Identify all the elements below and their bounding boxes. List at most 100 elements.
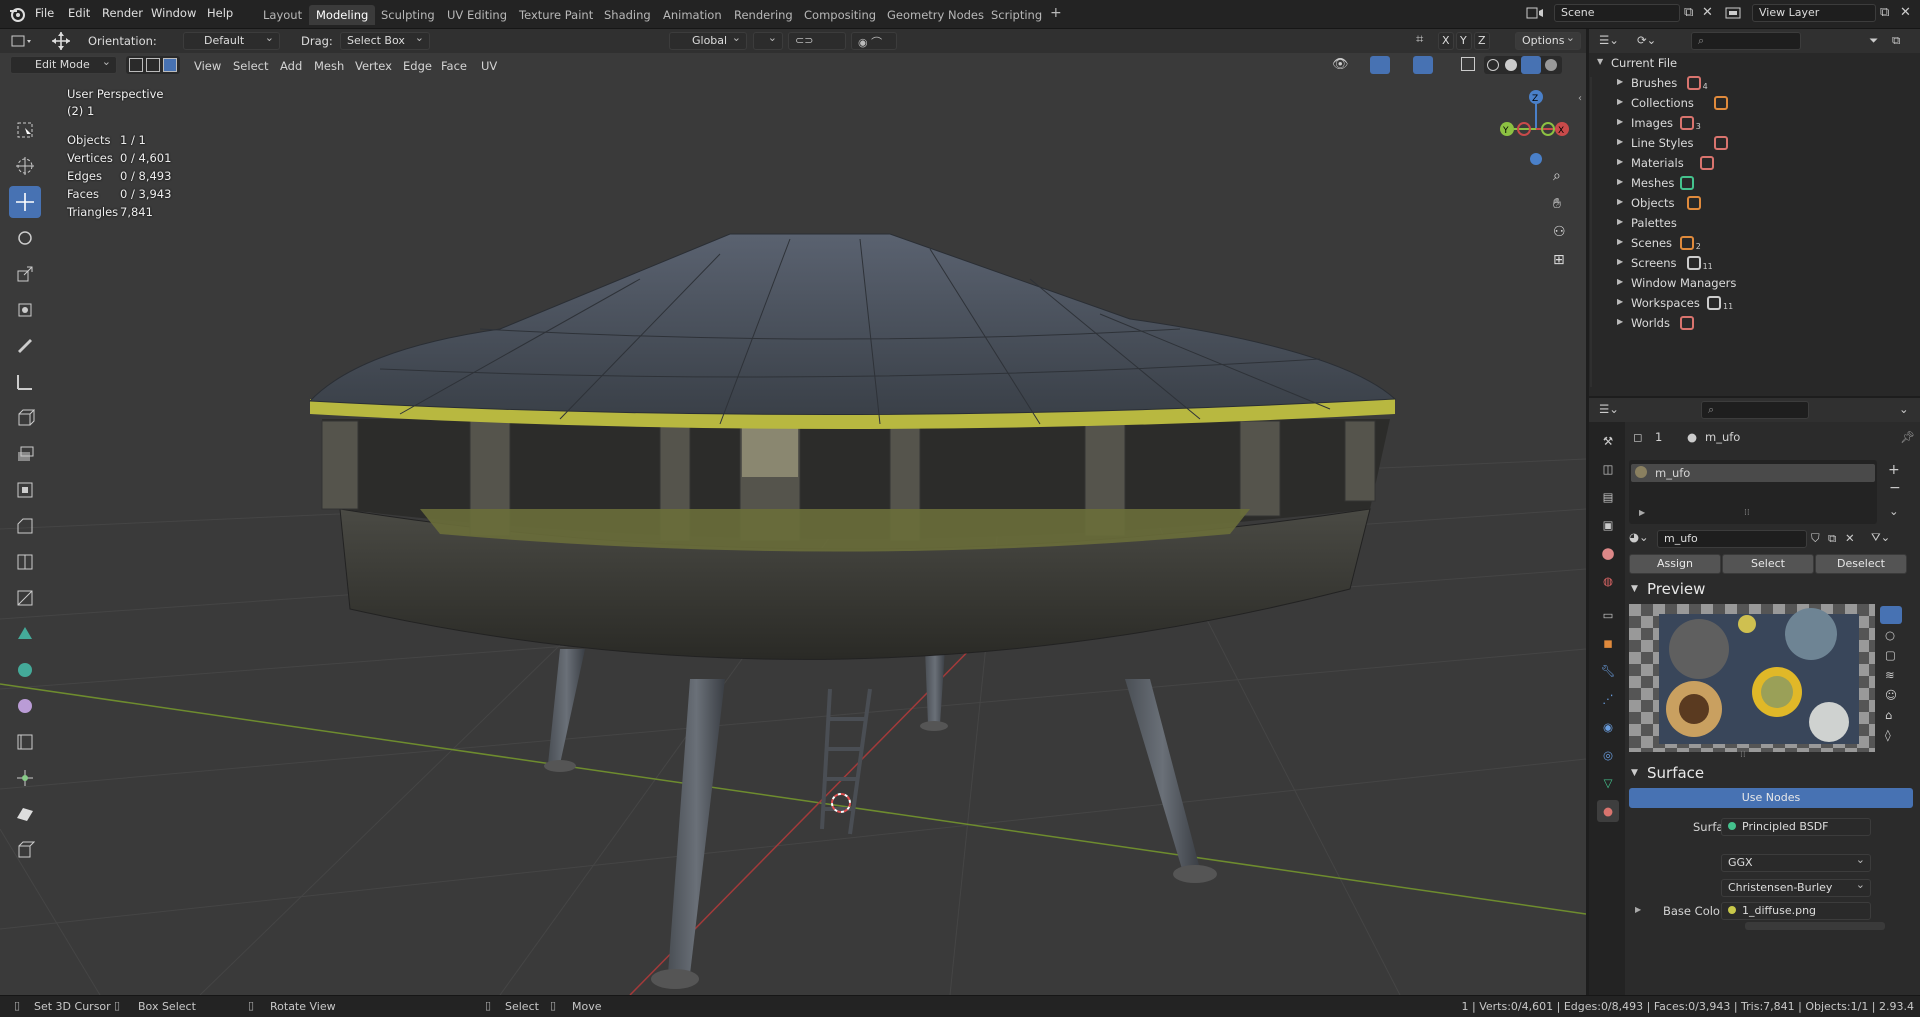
tab-animation[interactable]: Animation: [656, 5, 729, 25]
overlays-toggle-icon[interactable]: [1413, 56, 1433, 74]
scene-field[interactable]: Scene: [1554, 4, 1680, 22]
knife-tool[interactable]: [9, 582, 41, 614]
menu-mesh[interactable]: Mesh: [314, 59, 344, 73]
vertex-select-icon[interactable]: [129, 58, 143, 72]
fake-user-shield-icon[interactable]: ⛉: [1811, 531, 1820, 546]
expand-arrow-icon[interactable]: ▶: [1617, 237, 1623, 246]
loop-cut-tool[interactable]: [9, 546, 41, 578]
unlink-material-icon[interactable]: ✕: [1845, 531, 1855, 545]
tab-geometry-nodes[interactable]: Geometry Nodes: [880, 5, 991, 25]
toggle-perspective-grid-icon[interactable]: ⊞: [1553, 252, 1565, 268]
physics-tab-icon[interactable]: ◉: [1597, 716, 1619, 738]
add-workspace-icon[interactable]: +: [1050, 5, 1062, 21]
select-box-tool[interactable]: [9, 114, 41, 146]
select-button[interactable]: Select: [1722, 554, 1814, 574]
menu-view[interactable]: View: [194, 59, 221, 73]
object-tab-icon[interactable]: ◼: [1597, 632, 1619, 654]
deselect-button[interactable]: Deselect: [1815, 554, 1907, 574]
expand-arrow-icon[interactable]: ▶: [1617, 157, 1623, 166]
outliner-editor-type-icon[interactable]: ☰⌄: [1599, 33, 1619, 47]
xray-toggle-icon[interactable]: [1461, 57, 1475, 71]
transform-tool[interactable]: [9, 294, 41, 326]
outliner-root[interactable]: ▼ Current File: [1589, 54, 1920, 74]
tab-layout[interactable]: Layout: [256, 5, 309, 25]
menu-uv[interactable]: UV: [481, 59, 497, 73]
poly-build-tool[interactable]: [9, 618, 41, 650]
measure-tool[interactable]: [9, 366, 41, 398]
outliner-item-palettes[interactable]: ▶ Palettes: [1589, 214, 1920, 234]
solid-shading-icon[interactable]: [1505, 59, 1517, 71]
distribution-dropdown[interactable]: GGX: [1721, 854, 1871, 872]
shrink-fatten-tool[interactable]: [9, 762, 41, 794]
outliner-item-scenes[interactable]: ▶ Scenes 2: [1589, 234, 1920, 254]
expand-arrow-icon[interactable]: ▶: [1617, 177, 1623, 186]
outliner-item-objects[interactable]: ▶ Objects: [1589, 194, 1920, 214]
smooth-tool[interactable]: [9, 690, 41, 722]
drag-dropdown[interactable]: Select Box: [340, 32, 430, 50]
assign-button[interactable]: Assign: [1629, 554, 1721, 574]
view-layer-field[interactable]: View Layer: [1752, 4, 1876, 22]
data-tab-icon[interactable]: ▽: [1597, 772, 1619, 794]
zoom-icon[interactable]: ⌕: [1553, 168, 1561, 184]
expand-arrow-icon[interactable]: ▶: [1617, 217, 1623, 226]
mirror-x-toggle[interactable]: X: [1438, 32, 1454, 50]
outliner-item-workspaces[interactable]: ▶ Workspaces 11: [1589, 294, 1920, 314]
surface-shader-field[interactable]: Principled BSDF: [1721, 818, 1871, 836]
tab-sculpting[interactable]: Sculpting: [374, 5, 442, 25]
properties-options-chevron-icon[interactable]: ⌄: [1899, 402, 1909, 416]
display-mode-icon[interactable]: ⟳⌄: [1637, 33, 1656, 47]
new-view-layer-icon[interactable]: ⧉: [1880, 5, 1889, 20]
bevel-tool[interactable]: [9, 510, 41, 542]
tab-uv-editing[interactable]: UV Editing: [440, 5, 514, 25]
menu-edge[interactable]: Edge: [403, 59, 432, 73]
preview-cloth-icon[interactable]: ⌂: [1885, 708, 1892, 722]
outliner-scrollbar[interactable]: [1590, 77, 1592, 387]
menu-vertex[interactable]: Vertex: [355, 59, 392, 73]
blender-logo-icon[interactable]: [8, 5, 26, 26]
new-scene-icon[interactable]: ⧉: [1684, 5, 1693, 20]
move-tool[interactable]: [9, 186, 41, 218]
expand-chevron-icon[interactable]: ▼: [1597, 57, 1603, 66]
view-layer-tab-icon[interactable]: ▣: [1597, 514, 1619, 536]
properties-editor-type-icon[interactable]: ☰⌄: [1599, 402, 1619, 416]
proportional-edit-toggle[interactable]: ◉ ⌒: [851, 32, 897, 50]
material-preview-shading-icon[interactable]: [1521, 56, 1541, 74]
move-tool-icon[interactable]: [50, 31, 72, 54]
rotate-tool[interactable]: [9, 222, 41, 254]
material-slot-row[interactable]: m_ufo: [1631, 464, 1875, 482]
expand-arrow-icon[interactable]: ▶: [1617, 297, 1623, 306]
particles-tab-icon[interactable]: ⋰: [1597, 688, 1619, 710]
preview-monkey-icon[interactable]: ☺︎: [1885, 688, 1897, 702]
mirror-z-toggle[interactable]: Z: [1474, 32, 1490, 50]
extrude-tool[interactable]: [9, 438, 41, 470]
remove-slot-icon[interactable]: −: [1889, 480, 1901, 496]
outliner-search-input[interactable]: ⌕: [1691, 32, 1801, 50]
expand-arrow-icon[interactable]: ▶: [1617, 257, 1623, 266]
rendered-shading-icon[interactable]: [1545, 59, 1557, 71]
surface-collapse-icon[interactable]: ▼: [1631, 768, 1638, 778]
annotate-tool[interactable]: [9, 330, 41, 362]
delete-view-layer-icon[interactable]: ✕: [1900, 5, 1911, 20]
outliner-item-line-styles[interactable]: ▶ Line Styles: [1589, 134, 1920, 154]
menu-face[interactable]: Face: [441, 59, 467, 73]
shear-tool[interactable]: [9, 798, 41, 830]
base-color-field[interactable]: 1_diffuse.png: [1721, 902, 1871, 920]
list-expand-icon[interactable]: ▶: [1639, 508, 1645, 517]
preview-cube-icon[interactable]: ▢: [1885, 648, 1896, 662]
inset-tool[interactable]: [9, 474, 41, 506]
tab-compositing[interactable]: Compositing: [797, 5, 883, 25]
navigation-gizmo[interactable]: Z X Y: [1490, 83, 1580, 203]
world-tab-icon[interactable]: ◍: [1597, 570, 1619, 592]
snap-toggle[interactable]: ⊂⊃: [788, 32, 846, 50]
edge-slide-tool[interactable]: [9, 726, 41, 758]
view-layer-icon[interactable]: [1724, 5, 1744, 24]
tab-modeling[interactable]: Modeling: [309, 5, 376, 25]
material-name-field[interactable]: m_ufo: [1657, 530, 1807, 548]
preview-flat-icon[interactable]: [1880, 606, 1902, 624]
expand-arrow-icon[interactable]: ▶: [1617, 277, 1623, 286]
menu-add[interactable]: Add: [280, 59, 302, 73]
collection-tab-icon[interactable]: ▭: [1597, 604, 1619, 626]
expand-arrow-icon[interactable]: ▶: [1617, 117, 1623, 126]
surface-header[interactable]: Surface: [1647, 764, 1704, 782]
pin-icon[interactable]: 📌︎: [1900, 430, 1915, 444]
